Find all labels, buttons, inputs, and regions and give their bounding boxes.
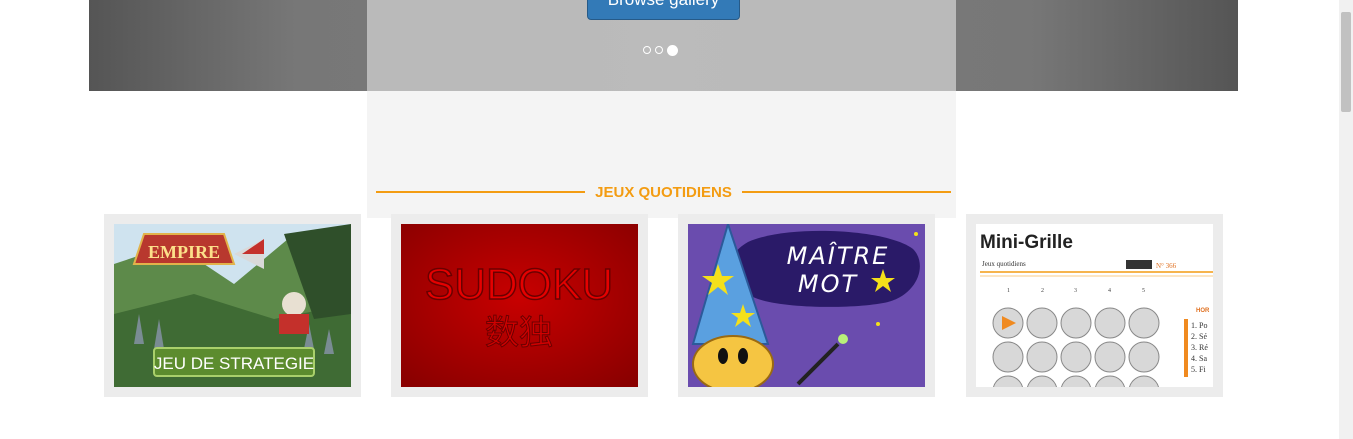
carousel-dot-1[interactable] <box>643 46 651 54</box>
sudoku-title: SUDOKU <box>425 260 613 309</box>
maitre-mot-line1: MAÎTRE <box>787 241 890 270</box>
mini-grille-side-label: HOR <box>1196 308 1210 314</box>
game-card-maitre-mot[interactable]: MAÎTRE MOT <box>678 214 935 397</box>
section-header: JEUX QUOTIDIENS <box>376 181 952 203</box>
carousel-dot-2[interactable] <box>655 46 663 54</box>
mini-grille-col-2: 2 <box>1041 288 1044 294</box>
empire-banner-text: JEU DE STRATEGIE <box>154 354 314 373</box>
sudoku-subtitle: 数独 <box>485 313 553 353</box>
mini-grille-col-5: 5 <box>1142 288 1145 294</box>
empire-thumbnail[interactable]: EMPIRE JEU DE STRATEGIE <box>114 224 351 387</box>
carousel-indicators <box>643 44 678 56</box>
header-rule-left <box>376 191 586 193</box>
mini-grille-title: Mini-Grille <box>980 232 1073 253</box>
mini-grille-sub: Jeux quotidiens <box>982 260 1026 268</box>
maitre-mot-line2: MOT <box>798 270 859 298</box>
mini-grille-list-2: 2. Sé <box>1191 332 1207 341</box>
sudoku-thumbnail[interactable]: SUDOKU 数独 <box>401 224 638 387</box>
mini-grille-col-1: 1 <box>1007 288 1010 294</box>
empire-logo-text: EMPIRE <box>148 242 220 262</box>
mini-grille-list-1: 1. Po <box>1191 321 1207 330</box>
mini-grille-col-4: 4 <box>1108 288 1111 294</box>
mini-grille-list-3: 3. Ré <box>1191 343 1208 352</box>
mini-grille-number: N° 366 <box>1156 262 1177 270</box>
mini-grille-col-3: 3 <box>1074 288 1077 294</box>
section-title: JEUX QUOTIDIENS <box>595 183 732 201</box>
game-card-sudoku[interactable]: SUDOKU 数独 <box>391 214 648 397</box>
game-card-empire[interactable]: EMPIRE JEU DE STRATEGIE <box>104 214 361 397</box>
mini-grille-list-5: 5. Fi <box>1191 365 1206 374</box>
scrollbar-thumb[interactable] <box>1341 12 1351 112</box>
maitre-mot-thumbnail[interactable]: MAÎTRE MOT <box>688 224 925 387</box>
mini-grille-list-4: 4. Sa <box>1191 354 1207 363</box>
browse-gallery-button[interactable]: Browse gallery <box>587 0 740 20</box>
vertical-scrollbar[interactable] <box>1339 0 1353 439</box>
header-rule-right <box>741 191 952 193</box>
game-card-mini-grille[interactable]: Mini-Grille Jeux quotidiens N° 366 1 2 3… <box>966 214 1223 397</box>
mini-grille-thumbnail[interactable]: Mini-Grille Jeux quotidiens N° 366 1 2 3… <box>976 224 1213 387</box>
carousel-dot-3[interactable] <box>667 44 678 56</box>
